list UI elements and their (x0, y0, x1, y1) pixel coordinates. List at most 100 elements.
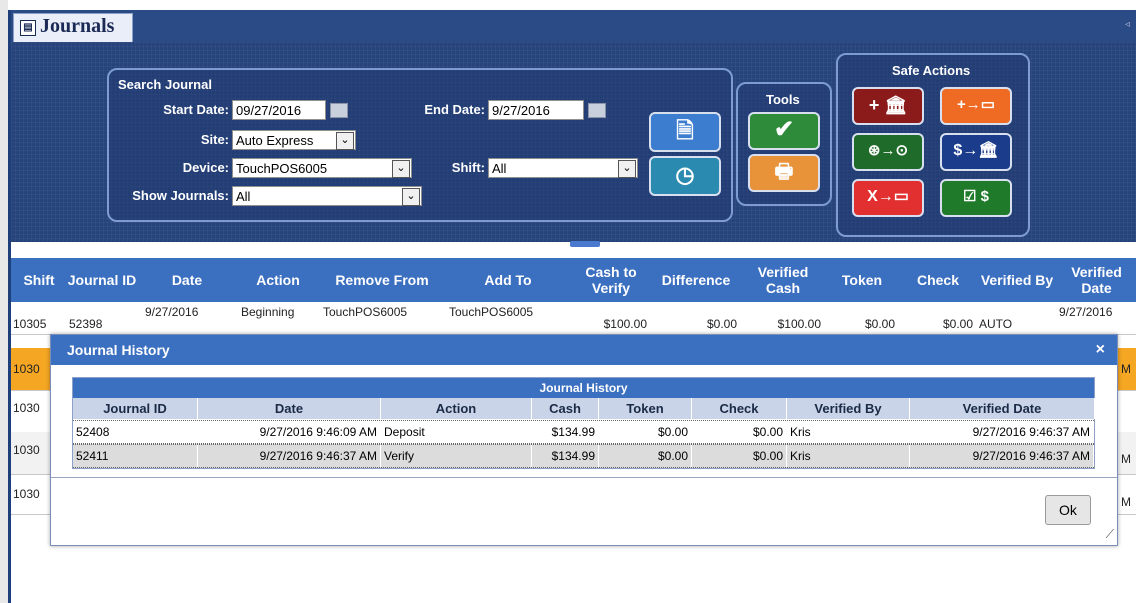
cell-verified-date: 9/27/2016 9:46:37 AM (910, 421, 1094, 443)
dialog-title: Journal History (67, 342, 170, 358)
cell-verified-by: Kris (787, 445, 910, 467)
plus-drawer-icon: +→▭ (957, 96, 995, 113)
chevron-down-icon[interactable]: ⌄ (402, 188, 420, 206)
site-select-value: Auto Express (236, 133, 314, 148)
tab-journals-label: Journals (40, 15, 115, 37)
cell-token: $0.00 (599, 421, 692, 443)
cell-difference: $0.00 (706, 317, 737, 331)
exchange-button[interactable]: ⊛→⊙ (852, 133, 924, 171)
column-header[interactable]: Difference (651, 258, 741, 302)
column-header[interactable]: Verified Date (1057, 258, 1136, 302)
cell-shift: 1030 (13, 443, 40, 457)
print-button[interactable]: 🖶 (748, 154, 820, 192)
tab-journals[interactable]: ▤ Journals (13, 13, 133, 43)
x-drawer-icon: X→▭ (867, 188, 909, 205)
show-journals-label: Show Journals: (132, 188, 229, 203)
cell-shift: 1030 (13, 401, 40, 415)
cell-remove-from: TouchPOS6005 (323, 305, 408, 319)
cell-verified-by: AUTO (979, 317, 1013, 331)
end-date-field[interactable]: 9/27/2016 (488, 100, 584, 120)
table-title: Journal History (73, 378, 1094, 398)
resize-grip-icon[interactable]: ⟋ (1106, 527, 1114, 542)
add-to-safe-button[interactable]: + 🏛 (852, 87, 924, 125)
close-icon[interactable]: × (1096, 341, 1105, 359)
column-header[interactable]: Cash to Verify (571, 258, 651, 302)
column-header[interactable]: Check (692, 398, 787, 419)
dollar-bank-icon: $→🏛 (953, 142, 999, 159)
column-header[interactable]: Journal ID (73, 398, 198, 419)
dialog-divider (51, 477, 1117, 478)
verify-button[interactable]: ✔ (748, 112, 820, 150)
end-date-label: End Date: (424, 102, 485, 117)
device-select[interactable]: TouchPOS6005 ⌄ (232, 158, 412, 178)
column-header[interactable]: Add To (445, 258, 571, 302)
table-row[interactable]: 52408 9/27/2016 9:46:09 AM Deposit $134.… (73, 420, 1094, 444)
column-header[interactable]: Cash (532, 398, 599, 419)
cell-verified-date (1121, 390, 1135, 432)
search-button[interactable]: 🗎 (649, 112, 721, 152)
chevron-down-icon[interactable]: ⌄ (336, 132, 354, 150)
column-header[interactable]: Remove From (319, 258, 445, 302)
device-label: Device: (182, 160, 229, 175)
column-header[interactable]: Verified Date (910, 398, 1095, 419)
checkmark-icon: ✔ (773, 116, 795, 143)
cell-journal-id: 52411 (73, 445, 198, 467)
cell-shift: 10305 (13, 317, 47, 331)
column-header[interactable]: Verified By (977, 258, 1057, 302)
search-journal-group: Search Journal Start Date: 09/27/2016 En… (107, 68, 733, 222)
tools-group: Tools ✔ 🖶 (736, 82, 832, 206)
chevron-down-icon[interactable]: ⌄ (618, 160, 636, 178)
deposit-to-bank-button[interactable]: $→🏛 (940, 133, 1012, 171)
ok-button[interactable]: Ok (1045, 495, 1091, 525)
search-toolbar: Search Journal Start Date: 09/27/2016 En… (11, 42, 1136, 242)
calendar-icon[interactable] (330, 103, 348, 118)
column-header[interactable]: Verified Cash (741, 258, 825, 302)
cell-check: $0.00 (942, 317, 973, 331)
cell-action: Beginning (241, 305, 295, 319)
column-header[interactable]: Date (137, 258, 237, 302)
dialog-title-bar[interactable]: Journal History × (51, 335, 1117, 365)
plus-bank-icon: + 🏛 (868, 95, 908, 115)
cell-action: Deposit (381, 421, 532, 443)
cell-verified-date: 9/27/2016 (1059, 305, 1113, 319)
pin-icon[interactable]: ◃ (1125, 19, 1130, 30)
column-header[interactable]: Shift (11, 258, 67, 302)
column-header[interactable]: Action (381, 398, 532, 419)
splitter-handle[interactable] (570, 241, 600, 247)
column-header[interactable]: Journal ID (67, 258, 137, 302)
history-button[interactable]: ◷ (649, 156, 721, 196)
cell-verified-date: M (1121, 495, 1131, 509)
start-date-field[interactable]: 09/27/2016 (232, 100, 326, 120)
journal-grid-header: Shift Journal ID Date Action Remove From… (11, 258, 1136, 302)
site-select[interactable]: Auto Express ⌄ (232, 130, 356, 150)
cell-journal-id: 52398 (69, 317, 103, 331)
table-row[interactable]: 10305 52398 9/27/2016 Beginning TouchPOS… (11, 302, 1136, 335)
cell-check: $0.00 (692, 445, 787, 467)
remove-from-drawer-button[interactable]: X→▭ (852, 179, 924, 217)
shift-select[interactable]: All ⌄ (488, 158, 638, 178)
calendar-icon[interactable] (588, 103, 606, 118)
cell-action: Verify (381, 445, 532, 467)
history-icon: ◷ (675, 162, 695, 187)
cell-add-to: TouchPOS6005 (449, 305, 534, 319)
column-header[interactable]: Date (198, 398, 381, 419)
journal-icon: ▤ (20, 20, 36, 36)
verify-safe-button[interactable]: ☑ $ (940, 179, 1012, 217)
column-header[interactable]: Token (825, 258, 899, 302)
printer-icon: 🖶 (774, 161, 794, 183)
column-header[interactable]: Token (599, 398, 692, 419)
column-header[interactable]: Verified By (787, 398, 910, 419)
cell-journal-id: 52408 (73, 421, 198, 443)
chevron-down-icon[interactable]: ⌄ (392, 160, 410, 178)
cell-token: $0.00 (864, 317, 895, 331)
table-row[interactable]: 52411 9/27/2016 9:46:37 AM Verify $134.9… (73, 444, 1094, 468)
show-journals-select-value: All (236, 189, 251, 204)
cell-verified-date: 9/27/2016 9:46:37 AM (910, 445, 1094, 467)
show-journals-select[interactable]: All ⌄ (232, 186, 422, 206)
column-header[interactable]: Action (237, 258, 319, 302)
cell-date: 9/27/2016 9:46:37 AM (198, 445, 381, 467)
column-header[interactable]: Check (899, 258, 977, 302)
exchange-icon: ⊛→⊙ (867, 142, 909, 159)
add-to-drawer-button[interactable]: +→▭ (940, 87, 1012, 125)
safe-actions-title: Safe Actions (892, 63, 971, 78)
